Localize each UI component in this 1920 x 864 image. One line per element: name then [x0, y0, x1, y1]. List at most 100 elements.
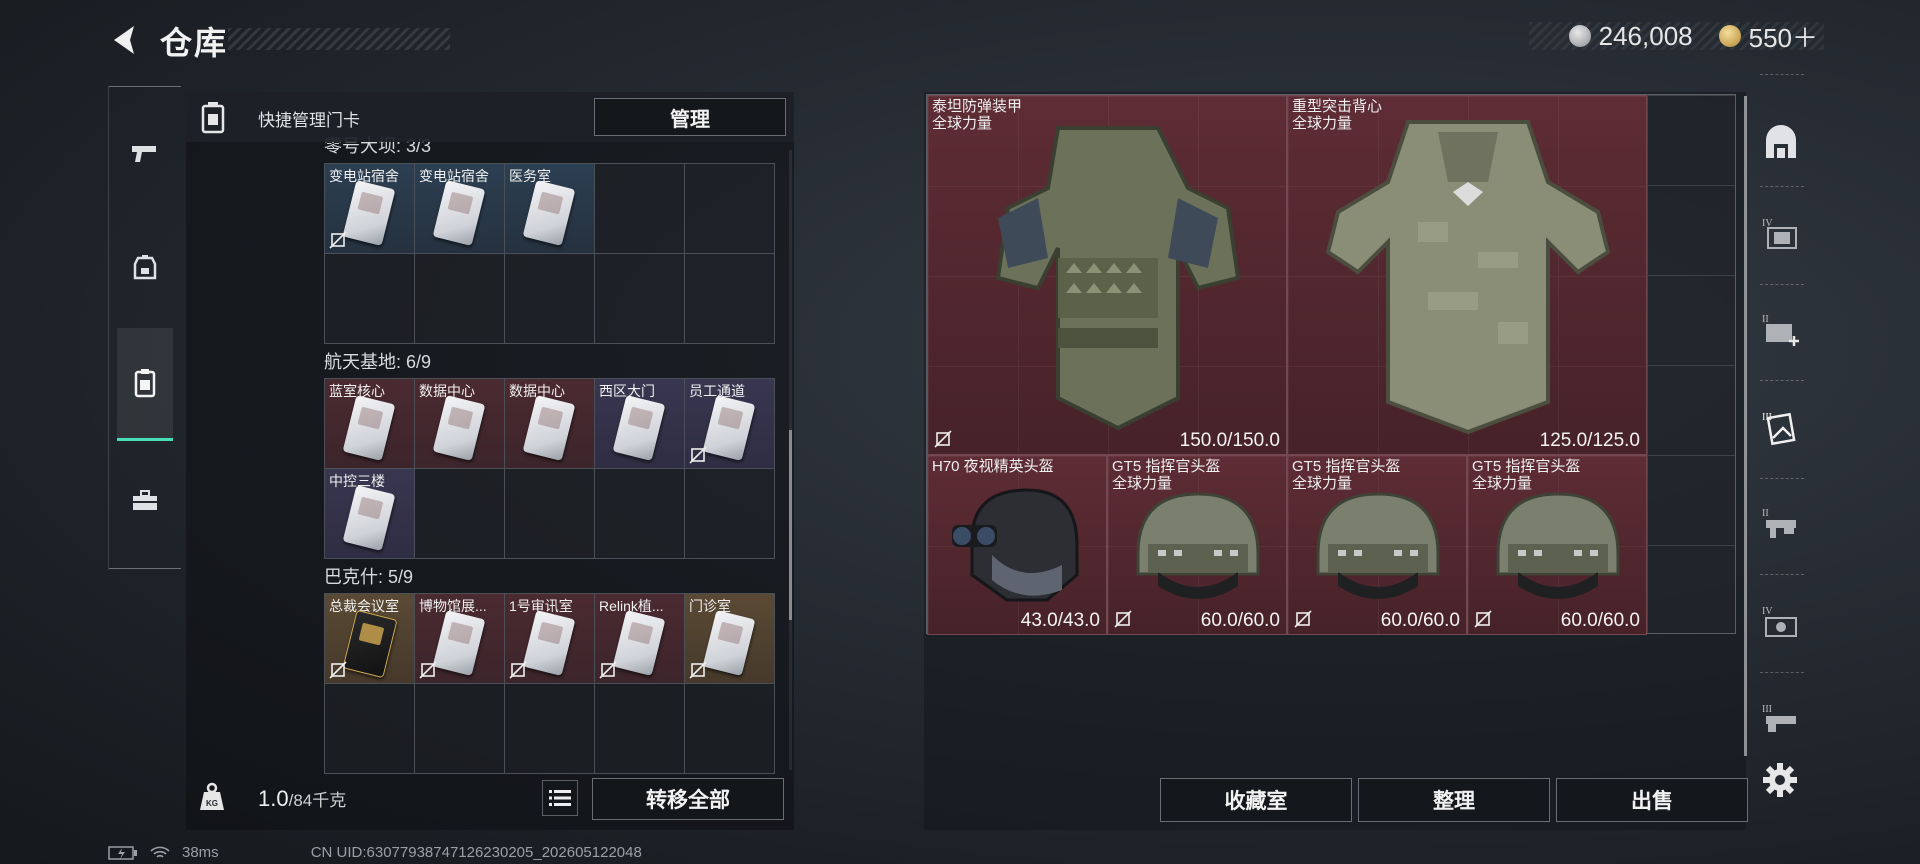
keycard-grid-bakesh: 总裁会议室 博物馆展... 1号审讯室 Relink植... 门诊室 [324, 593, 775, 774]
weight-icon: KG [200, 782, 224, 810]
storage-tab-ammo[interactable]: IV [1756, 598, 1806, 648]
item-gt5-helmet[interactable]: GT5 指挥官头盔 全球力量 60.0/60.0 [1287, 455, 1467, 635]
storage-tab-armor[interactable]: IV [1756, 210, 1806, 260]
empty-slot[interactable] [505, 469, 595, 559]
empty-slot[interactable] [505, 254, 595, 344]
rail-separator [1760, 74, 1804, 75]
keycard-slot[interactable]: 变电站宿舍 [325, 164, 415, 254]
item-durability: 150.0/150.0 [1179, 430, 1280, 451]
rail-separator [1760, 574, 1804, 575]
commander-helmet-image [1136, 492, 1260, 599]
list-view-button[interactable] [542, 780, 578, 816]
group-title: 巴克什: 5/9 [324, 567, 414, 587]
keycard-image [342, 180, 396, 246]
item-titan-armor[interactable]: 泰坦防弹装甲 全球力量 150.0/150.0 [927, 95, 1287, 455]
user-uid: CN UID:6307793874712623020​5_20260512204… [310, 844, 642, 861]
item-gt5-helmet[interactable]: GT5 指挥官头盔 全球力量 60.0/60.0 [1107, 455, 1287, 635]
keycard-slot[interactable]: 数据中心 [505, 379, 595, 469]
battery-charging-icon [108, 845, 137, 860]
storage-tab-weapon-case[interactable]: III [1756, 696, 1806, 746]
tab-toolbox[interactable] [117, 446, 173, 556]
empty-slot[interactable] [415, 254, 505, 344]
empty-slot[interactable] [595, 684, 685, 774]
keycard-slot[interactable]: 总裁会议室 [325, 594, 415, 684]
storage-tab-keycard[interactable]: III [1756, 404, 1806, 454]
empty-slot[interactable] [595, 254, 685, 344]
keycard-slot[interactable]: 数据中心 [415, 379, 505, 469]
no-transfer-icon [689, 661, 707, 679]
item-name: H70 夜视精英头盔 [932, 458, 1054, 475]
collection-room-button[interactable]: 收藏室 [1160, 778, 1352, 822]
item-h70-helmet[interactable]: H70 夜视精英头盔 43.0/43.0 [927, 455, 1107, 635]
sell-button[interactable]: 出售 [1556, 778, 1748, 822]
keycard-slot[interactable]: 变电站宿舍 [415, 164, 505, 254]
gold-coin-amount[interactable]: 550＋ [1749, 18, 1818, 55]
armor-image [995, 126, 1241, 431]
transfer-all-button[interactable]: 转移全部 [592, 778, 784, 820]
rail-separator [1760, 478, 1804, 479]
tab-equipment[interactable] [117, 212, 173, 322]
empty-slot[interactable] [325, 684, 415, 774]
storage-scrollbar[interactable] [1744, 96, 1747, 756]
carry-weight: 1.0/84千克 [258, 786, 346, 812]
keycard-slot[interactable]: 中控三楼 [325, 469, 415, 559]
page-title: 仓库 [160, 25, 229, 61]
gear-icon[interactable] [1762, 762, 1798, 798]
tab-keycards[interactable] [117, 328, 173, 441]
item-gt5-helmet[interactable]: GT5 指挥官头盔 全球力量 60.0/60.0 [1467, 455, 1647, 635]
item-heavy-assault-vest[interactable]: 重型突击背心 全球力量 125.0/125.0 [1287, 95, 1647, 455]
no-transfer-icon [509, 661, 527, 679]
keycard-image [612, 610, 666, 676]
medkit-ii-icon: II [1762, 314, 1799, 346]
item-durability: 43.0/43.0 [1020, 610, 1100, 631]
keycard-slot[interactable]: 蓝室核心 [325, 379, 415, 469]
empty-slot[interactable] [415, 684, 505, 774]
keycard-slot[interactable]: Relink植... [595, 594, 685, 684]
keycard-image [522, 610, 576, 676]
empty-slot[interactable] [685, 164, 775, 254]
tab-weapons[interactable] [117, 98, 173, 208]
storage-tab-weapon[interactable]: II [1756, 500, 1806, 550]
keycard-image [702, 395, 756, 461]
empty-slot[interactable] [685, 469, 775, 559]
keycard-image [342, 485, 396, 551]
silver-coin-icon [1568, 25, 1591, 47]
back-arrow-icon[interactable] [104, 20, 144, 60]
keycard-slot[interactable]: 员工通道 [685, 379, 775, 469]
empty-slot[interactable] [505, 684, 595, 774]
manage-button[interactable]: 管理 [594, 98, 786, 136]
toolbox-icon [133, 490, 157, 510]
rail-separator [1760, 284, 1804, 285]
keycard-image [432, 610, 486, 676]
storage-tab-safe[interactable] [1756, 118, 1806, 168]
keycard-slot[interactable]: 门诊室 [685, 594, 775, 684]
scrollbar-thumb[interactable] [789, 430, 792, 620]
keycard-image [612, 395, 666, 461]
ammo-iv-icon: IV [1762, 606, 1797, 637]
no-transfer-icon [1474, 610, 1492, 628]
weight-value: 1.0 [258, 786, 289, 811]
rail-divider [109, 86, 181, 87]
category-rail [108, 86, 181, 570]
empty-slot[interactable] [415, 469, 505, 559]
item-durability: 125.0/125.0 [1539, 430, 1640, 451]
armor-rack-iv-icon: IV [1762, 218, 1797, 249]
keycard-image [522, 180, 576, 246]
keycard-slot[interactable]: 博物馆展... [415, 594, 505, 684]
sort-button[interactable]: 整理 [1358, 778, 1550, 822]
empty-slot[interactable] [325, 254, 415, 344]
empty-slot[interactable] [595, 469, 685, 559]
no-transfer-icon [419, 661, 437, 679]
keycard-image [342, 609, 398, 679]
empty-slot[interactable] [685, 254, 775, 344]
empty-slot[interactable] [685, 684, 775, 774]
rail-separator [1760, 672, 1804, 673]
keycard-slot[interactable]: 西区大门 [595, 379, 685, 469]
empty-slot[interactable] [595, 164, 685, 254]
keycard-slot[interactable]: 1号审讯室 [505, 594, 595, 684]
keycard-slot[interactable]: 医务室 [505, 164, 595, 254]
title-decoration [228, 28, 450, 50]
gold-coin-icon [1718, 25, 1741, 47]
keycard-image [432, 180, 486, 246]
storage-tab-medical[interactable]: II [1756, 306, 1806, 356]
